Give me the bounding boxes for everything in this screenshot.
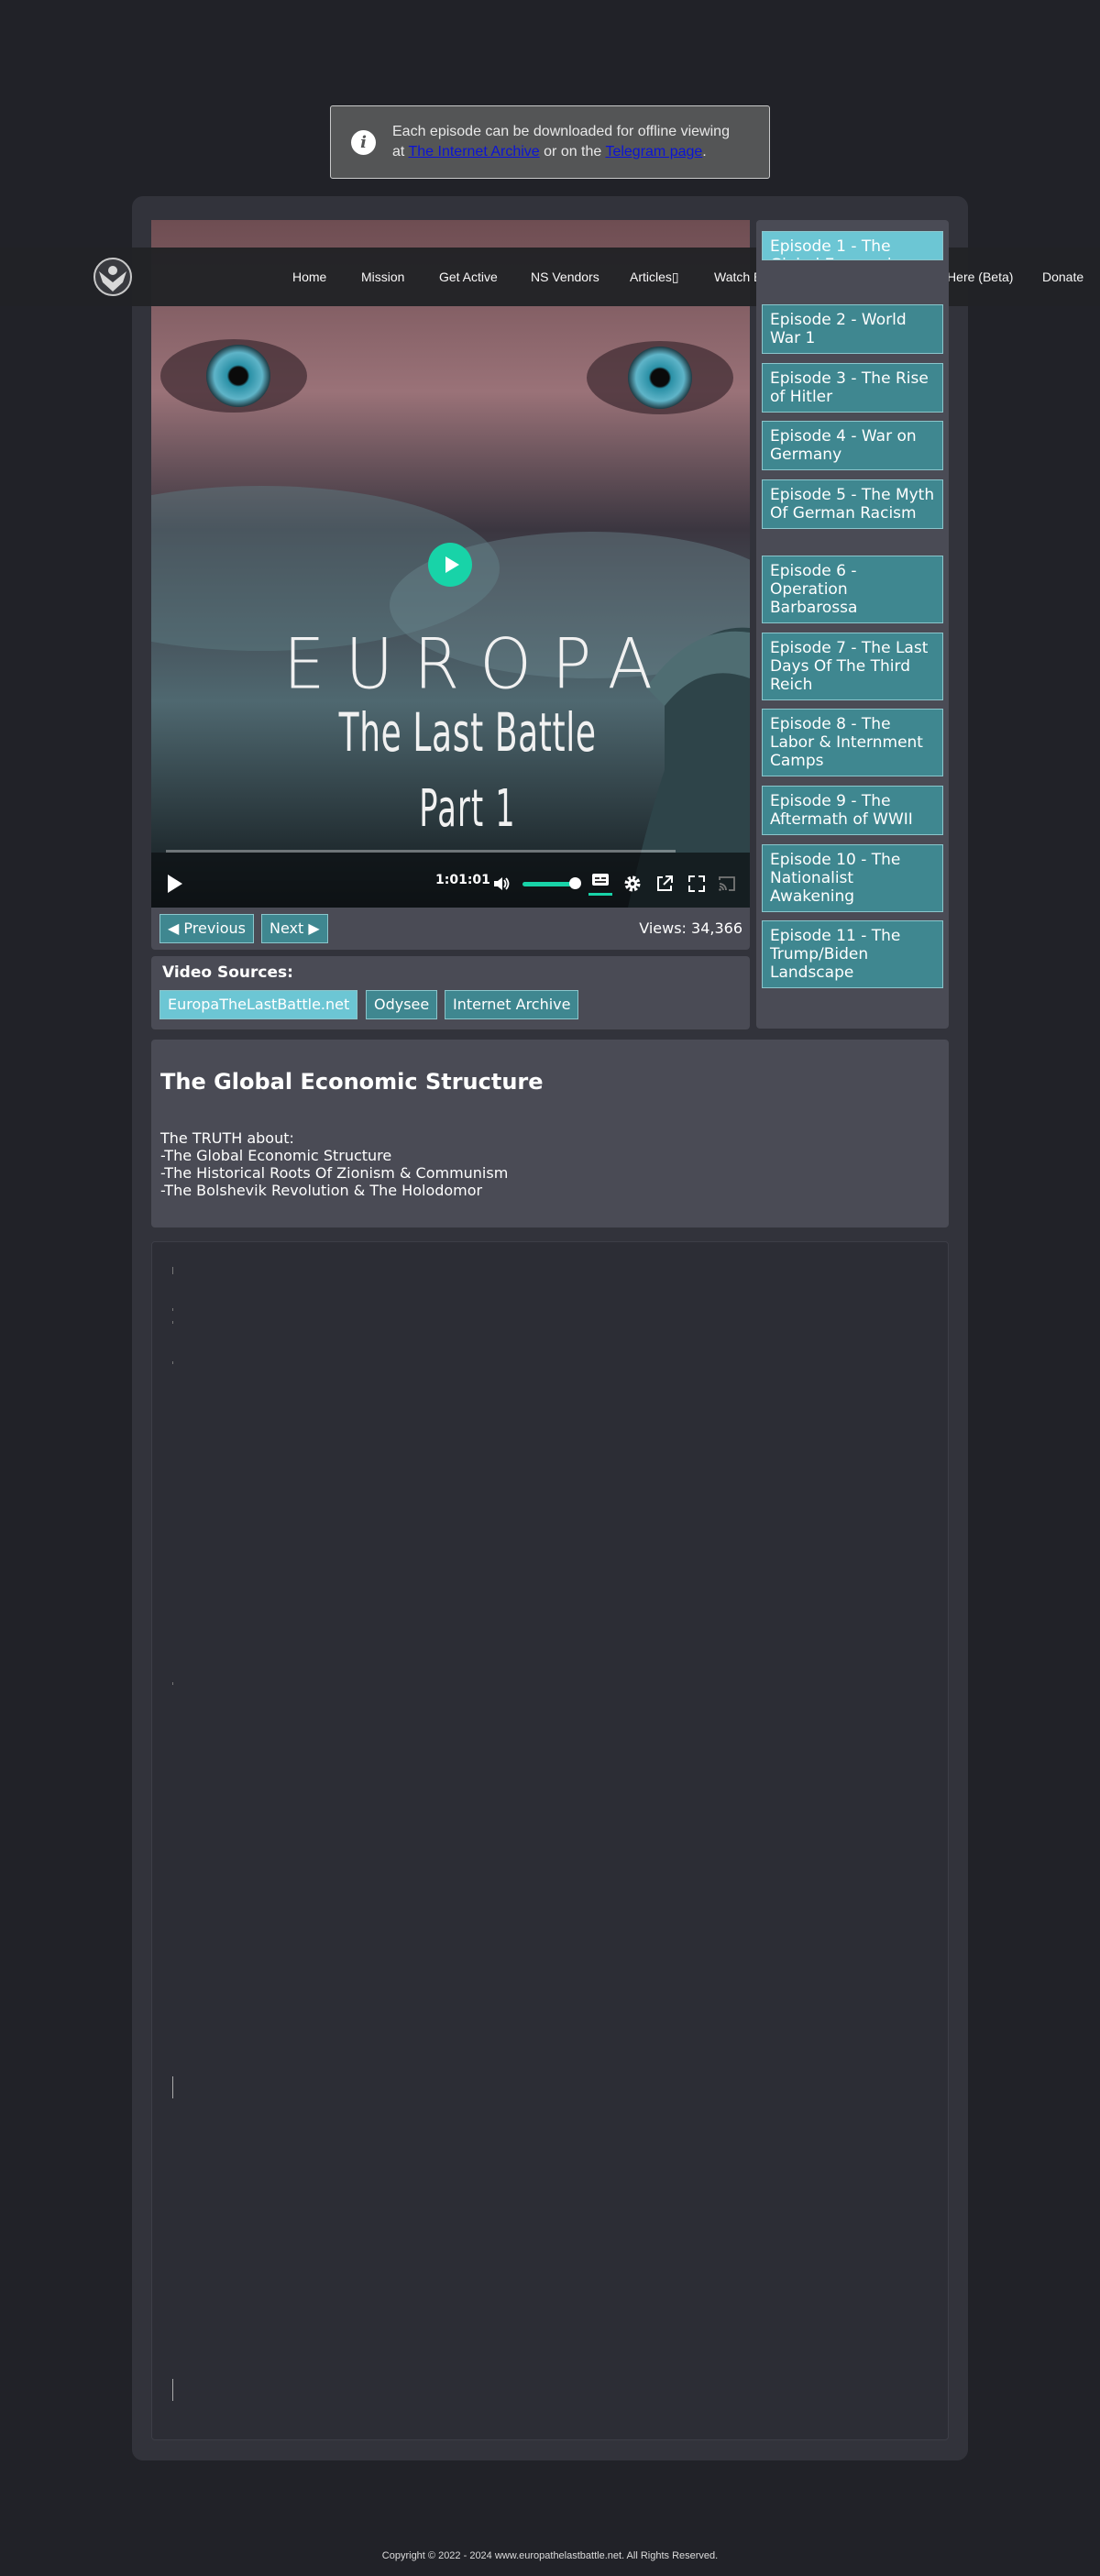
info-icon: i <box>351 129 376 155</box>
nav-articles-dropdown[interactable]: Articles▯ <box>630 270 679 285</box>
play-overlay-button[interactable] <box>428 543 472 587</box>
notice-mid: or on the <box>544 144 602 160</box>
source-odysee-button[interactable]: Odysee <box>366 990 438 1019</box>
embed-artifact <box>172 1682 173 1685</box>
captions-icon <box>592 873 609 886</box>
video-controls: 1:01:01 <box>151 862 750 908</box>
site-logo-icon[interactable] <box>92 255 134 299</box>
video-sources-panel: Video Sources: EuropaTheLastBattle.net O… <box>151 956 750 1029</box>
fullscreen-icon[interactable] <box>687 874 707 894</box>
copyright-footer: Copyright © 2022 - 2024 www.europathelas… <box>381 2550 719 2561</box>
source-europathelastbattle-button[interactable]: EuropaTheLastBattle.net <box>160 990 358 1019</box>
comments-embed-area <box>151 1241 949 2440</box>
episode-10-button[interactable]: Episode 10 - The Nationalist Awakening <box>762 844 943 912</box>
poster-title-part: Part 1 <box>419 779 516 839</box>
description-line-1: The TRUTH about: <box>160 1129 294 1147</box>
episode-1-button[interactable]: Episode 1 - The Global Economic Structur… <box>762 231 943 260</box>
nav-ns-vendors[interactable]: NS Vendors <box>531 270 600 284</box>
next-button[interactable]: Next ▶ <box>261 914 328 943</box>
description-line-2: -The Global Economic Structure <box>160 1147 392 1164</box>
volume-icon[interactable] <box>492 875 511 893</box>
notice-prefix: at <box>392 144 405 160</box>
episode-5-button[interactable]: Episode 5 - The Myth Of German Racism <box>762 479 943 529</box>
embed-artifact <box>172 1321 173 1324</box>
video-player[interactable]: EUROPA The Last Battle Part 1 1:01:01 <box>151 220 750 908</box>
description-line-4: -The Bolshevik Revolution & The Holodomo… <box>160 1182 483 1199</box>
settings-gear-icon[interactable] <box>622 874 643 894</box>
nav-donate[interactable]: Donate <box>1042 270 1084 284</box>
video-progress-bar[interactable] <box>166 850 676 853</box>
embed-artifact <box>172 1361 173 1364</box>
cast-icon[interactable] <box>717 874 737 894</box>
notice-end: . <box>702 144 707 160</box>
external-link-icon[interactable] <box>654 874 675 894</box>
internet-archive-link[interactable]: The Internet Archive <box>409 144 540 160</box>
episode-navigation-bar: ◀ Previous Next ▶ Views: 34,366 <box>151 908 750 950</box>
description-line-3: -The Historical Roots Of Zionism & Commu… <box>160 1164 509 1182</box>
episode-3-button[interactable]: Episode 3 - The Rise of Hitler <box>762 363 943 413</box>
play-button[interactable] <box>166 873 184 895</box>
view-count: Views: 34,366 <box>639 919 742 937</box>
episode-title: The Global Economic Structure <box>160 1069 544 1095</box>
nav-get-active[interactable]: Get Active <box>439 270 498 284</box>
embed-artifact <box>172 2076 173 2098</box>
notice-text: Each episode can be downloaded for offli… <box>392 122 730 162</box>
captions-button[interactable] <box>588 871 612 897</box>
embed-artifact <box>172 1267 173 1274</box>
volume-slider[interactable] <box>522 882 574 886</box>
play-icon <box>445 556 459 573</box>
episode-list: Episode 1 - The Global Economic Structur… <box>756 220 949 1029</box>
nav-mission[interactable]: Mission <box>361 270 404 284</box>
nav-home[interactable]: Home <box>292 270 326 284</box>
episode-6-button[interactable]: Episode 6 - Operation Barbarossa <box>762 556 943 623</box>
captions-active-indicator <box>588 892 612 896</box>
episode-description: The Global Economic Structure The TRUTH … <box>151 1040 949 1227</box>
episode-11-button[interactable]: Episode 11 - The Trump/Biden Landscape <box>762 920 943 988</box>
poster-title-last-battle: The Last Battle <box>338 701 597 764</box>
previous-button[interactable]: ◀ Previous <box>160 914 255 943</box>
telegram-page-link[interactable]: Telegram page <box>605 144 702 160</box>
episode-2-button[interactable]: Episode 2 - World War 1 <box>762 304 943 354</box>
source-internet-archive-button[interactable]: Internet Archive <box>445 990 579 1019</box>
episode-4-button[interactable]: Episode 4 - War on Germany <box>762 421 943 470</box>
video-sources-label: Video Sources: <box>162 963 293 982</box>
poster-title-europa: EUROPA <box>283 622 673 705</box>
video-duration: 1:01:01 <box>435 873 490 887</box>
embed-artifact <box>172 1308 173 1311</box>
offline-download-notice: i Each episode can be downloaded for off… <box>330 105 770 179</box>
embed-artifact <box>172 2379 173 2401</box>
episode-7-button[interactable]: Episode 7 - The Last Days Of The Third R… <box>762 633 943 700</box>
notice-line1: Each episode can be downloaded for offli… <box>392 124 730 139</box>
episode-9-button[interactable]: Episode 9 - The Aftermath of WWII <box>762 786 943 835</box>
volume-slider-handle[interactable] <box>569 877 581 889</box>
play-icon <box>168 875 182 893</box>
episode-8-button[interactable]: Episode 8 - The Labor & Internment Camps <box>762 709 943 776</box>
